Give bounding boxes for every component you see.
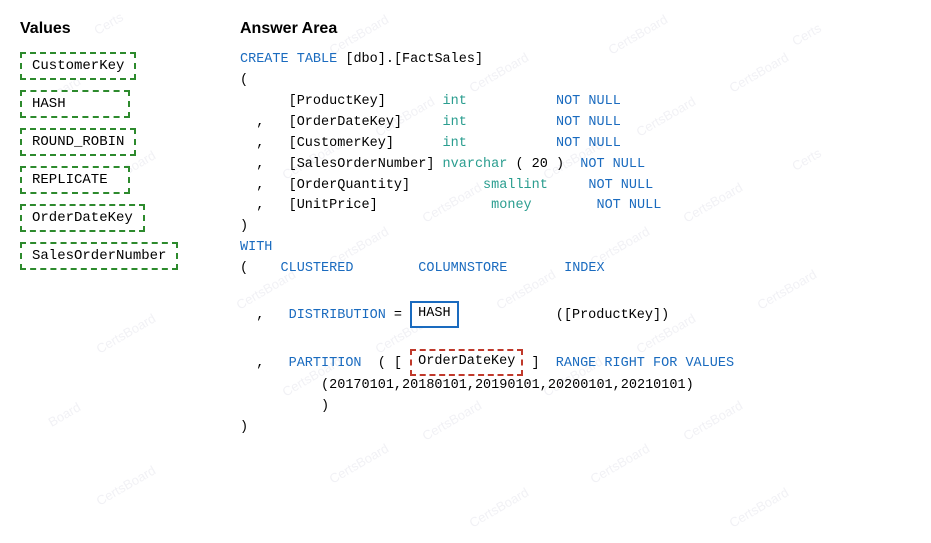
answer-panel: Answer Area CREATE TABLE [dbo].[FactSale…: [220, 20, 911, 439]
code-line-11: ( CLUSTERED COLUMNSTORE INDEX: [240, 259, 911, 280]
orderdate-dropbox[interactable]: OrderDateKey: [410, 349, 523, 376]
code-block: CREATE TABLE [dbo].[FactSales] ( [Produc…: [240, 50, 911, 439]
code-line-3: [ProductKey] int NOT NULL: [240, 92, 911, 113]
code-line-8: , [UnitPrice] money NOT NULL: [240, 196, 911, 217]
list-item[interactable]: REPLICATE: [20, 166, 130, 194]
code-line-9: ): [240, 217, 911, 238]
code-line-6: , [SalesOrderNumber] nvarchar ( 20 ) NOT…: [240, 155, 911, 176]
list-item[interactable]: HASH: [20, 90, 130, 118]
hash-dropbox[interactable]: HASH: [410, 301, 458, 328]
code-line-1: CREATE TABLE [dbo].[FactSales]: [240, 50, 911, 71]
list-item[interactable]: CustomerKey: [20, 52, 136, 80]
code-line-2: (: [240, 71, 911, 92]
values-panel: Values CustomerKey HASH ROUND_ROBIN REPL…: [20, 20, 220, 439]
code-line-5: , [CustomerKey] int NOT NULL: [240, 134, 911, 155]
answer-title: Answer Area: [240, 20, 911, 38]
code-line-13: , PARTITION ( [ OrderDateKey ] RANGE RIG…: [240, 328, 911, 376]
code-line-7: , [OrderQuantity] smallint NOT NULL: [240, 176, 911, 197]
code-line-16: ): [240, 418, 911, 439]
code-line-10: WITH: [240, 238, 911, 259]
values-title: Values: [20, 20, 220, 38]
code-line-14: (20170101,20180101,20190101,20200101,202…: [240, 376, 911, 397]
list-item[interactable]: OrderDateKey: [20, 204, 145, 232]
list-item[interactable]: SalesOrderNumber: [20, 242, 178, 270]
list-item[interactable]: ROUND_ROBIN: [20, 128, 136, 156]
code-line-15: ): [240, 397, 911, 418]
values-list: CustomerKey HASH ROUND_ROBIN REPLICATE O…: [20, 52, 220, 280]
code-line-12: , DISTRIBUTION = HASH ([ProductKey]): [240, 280, 911, 328]
code-line-4: , [OrderDateKey] int NOT NULL: [240, 113, 911, 134]
